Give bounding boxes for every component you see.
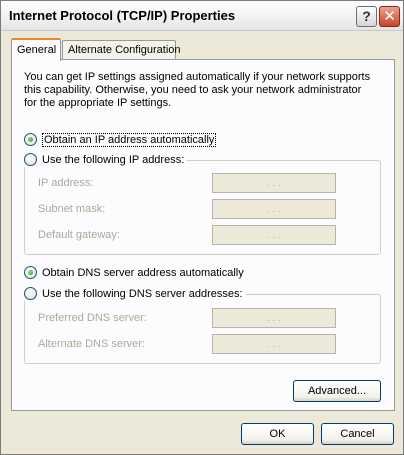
general-tab-panel: You can get IP settings assigned automat…: [11, 59, 395, 411]
ip-address-label: IP address:: [38, 177, 94, 189]
radio-indicator[interactable]: [24, 133, 37, 146]
radio-indicator[interactable]: [24, 287, 37, 300]
default-gateway-label: Default gateway:: [38, 229, 120, 241]
subnet-mask-label: Subnet mask:: [38, 203, 106, 215]
radio-indicator[interactable]: [24, 153, 37, 166]
help-button[interactable]: ?: [356, 6, 377, 27]
radio-use-following-ip-label: Use the following IP address:: [42, 153, 185, 166]
radio-use-following-dns[interactable]: Use the following DNS server addresses:: [24, 286, 246, 301]
subnet-mask-input[interactable]: . . .: [212, 199, 336, 219]
alternate-dns-label: Alternate DNS server:: [38, 338, 145, 350]
tcpip-properties-dialog: Internet Protocol (TCP/IP) Properties ? …: [0, 0, 404, 455]
radio-use-following-ip[interactable]: Use the following IP address:: [24, 152, 188, 167]
close-button[interactable]: ✕: [379, 6, 400, 27]
close-icon: ✕: [383, 8, 396, 25]
description-text: You can get IP settings assigned automat…: [24, 71, 371, 109]
tab-general[interactable]: General: [11, 38, 61, 61]
radio-use-following-dns-label: Use the following DNS server addresses:: [42, 287, 243, 300]
advanced-button[interactable]: Advanced...: [293, 380, 381, 402]
preferred-dns-input[interactable]: . . .: [212, 308, 336, 328]
title-bar[interactable]: Internet Protocol (TCP/IP) Properties ? …: [1, 1, 403, 31]
preferred-dns-label: Preferred DNS server:: [38, 312, 147, 324]
ip-address-input[interactable]: . . .: [212, 173, 336, 193]
radio-obtain-ip-auto-label: Obtain an IP address automatically: [42, 132, 217, 147]
help-icon: ?: [362, 8, 371, 24]
cancel-button[interactable]: Cancel: [321, 423, 394, 445]
alternate-dns-input[interactable]: . . .: [212, 334, 336, 354]
radio-indicator[interactable]: [24, 266, 37, 279]
tab-alternate-configuration[interactable]: Alternate Configuration: [62, 40, 181, 60]
radio-obtain-ip-auto[interactable]: Obtain an IP address automatically: [24, 132, 217, 147]
radio-obtain-dns-auto-label: Obtain DNS server address automatically: [42, 266, 244, 279]
default-gateway-input[interactable]: . . .: [212, 225, 336, 245]
radio-obtain-dns-auto[interactable]: Obtain DNS server address automatically: [24, 265, 244, 280]
ok-button[interactable]: OK: [241, 423, 314, 445]
window-title: Internet Protocol (TCP/IP) Properties: [9, 8, 236, 23]
